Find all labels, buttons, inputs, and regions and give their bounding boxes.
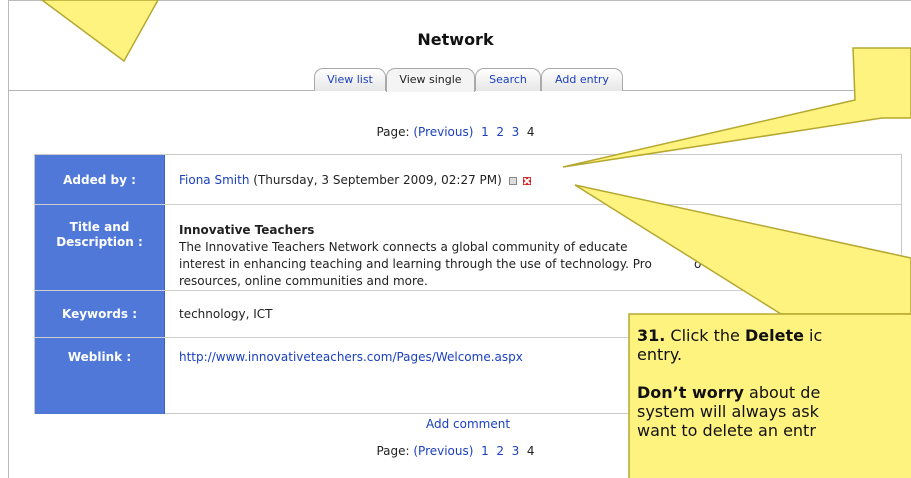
page-title: Network — [417, 30, 494, 49]
callout-line-5: want to delete an entr — [637, 421, 816, 440]
callout-text: 31. Click the Delete ic entry. Don’t wor… — [629, 320, 911, 478]
row-title-description: Title and Description : Innovative Teach… — [35, 205, 901, 291]
pager-page-3-bottom[interactable]: 3 — [512, 444, 520, 458]
pager-page-1[interactable]: 1 — [481, 125, 489, 139]
label-weblink: Weblink : — [35, 338, 165, 414]
callout-line-3: Don’t worry about de — [637, 383, 821, 402]
delete-icon[interactable] — [523, 176, 532, 185]
author-link[interactable]: Fiona Smith — [179, 173, 249, 187]
entry-date: (Thursday, 3 September 2009, 02:27 PM) — [253, 173, 502, 187]
value-keywords: technology, ICT — [179, 307, 273, 321]
pager-page-3[interactable]: 3 — [512, 125, 520, 139]
add-comment-link[interactable]: Add comment — [426, 417, 510, 431]
edit-icon[interactable] — [508, 176, 517, 185]
value-added-by: Fiona Smith (Thursday, 3 September 2009,… — [179, 173, 532, 187]
label-added-by: Added by : — [35, 155, 165, 204]
pager-current-page-bottom: 4 — [526, 444, 535, 458]
description-line-1: The Innovative Teachers Network connects… — [179, 240, 744, 254]
pager-current-page: 4 — [526, 125, 535, 139]
pager-previous-link[interactable]: (Previous) — [413, 125, 473, 139]
tab-add-entry[interactable]: Add entry — [541, 68, 623, 91]
value-weblink: http://www.innovativeteachers.com/Pages/… — [179, 350, 523, 364]
pager-prefix-bottom: Page: — [376, 444, 410, 458]
entry-title: Innovative Teachers — [179, 223, 315, 237]
pager-page-1-bottom[interactable]: 1 — [481, 444, 489, 458]
pager-prefix: Page: — [376, 125, 410, 139]
label-title-description: Title and Description : — [35, 205, 165, 290]
value-title-description: Innovative Teachers The Innovative Teach… — [179, 222, 889, 290]
row-added-by: Added by : Fiona Smith (Thursday, 3 Sept… — [35, 155, 901, 205]
label-keywords: Keywords : — [35, 291, 165, 337]
page-top-rule — [8, 0, 911, 4]
pager-previous-link-bottom[interactable]: (Previous) — [413, 444, 473, 458]
tab-view-single[interactable]: View single — [386, 68, 475, 92]
callout-line-1: 31. Click the Delete ic — [637, 326, 823, 345]
tab-search[interactable]: Search — [475, 68, 541, 91]
tab-view-list[interactable]: View list — [314, 68, 386, 91]
callout-line-2: entry. — [637, 345, 683, 364]
pager-top: Page: (Previous) 1 2 3 4 — [0, 125, 911, 139]
description-line-3: resources, online communities and more. — [179, 274, 428, 288]
pager-page-2[interactable]: 2 — [496, 125, 504, 139]
weblink-link[interactable]: http://www.innovativeteachers.com/Pages/… — [179, 350, 523, 364]
callout-line-4: system will always ask — [637, 402, 819, 421]
pager-page-2-bottom[interactable]: 2 — [496, 444, 504, 458]
description-line-2: interest in enhancing teaching and learn… — [179, 257, 702, 271]
